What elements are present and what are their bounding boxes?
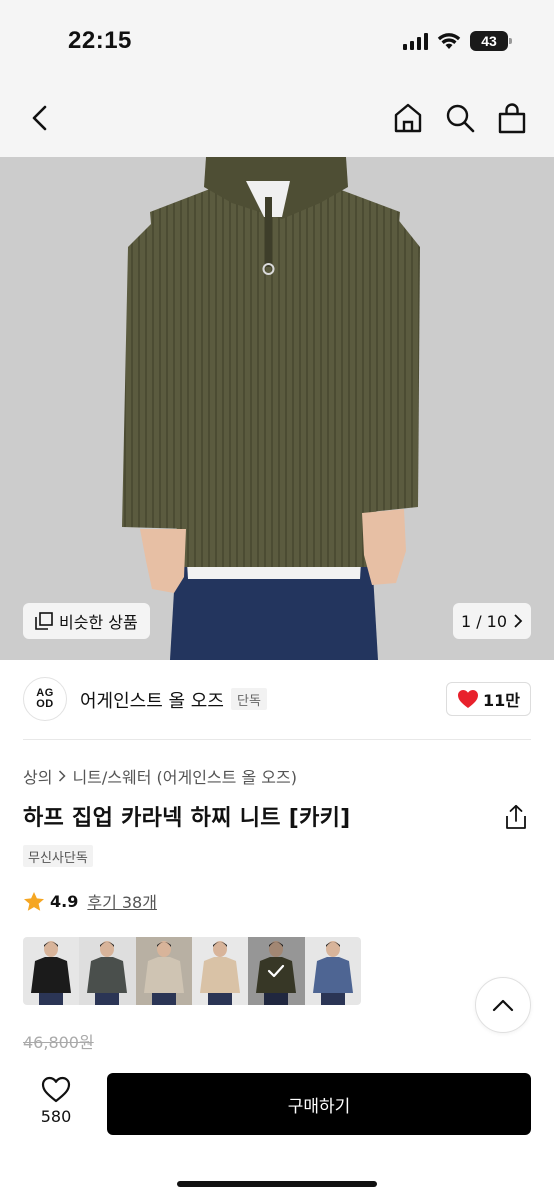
home-icon: [394, 103, 422, 133]
brand-row: AG OD 어게인스트 올 오즈 단독 11만: [0, 660, 554, 740]
similar-products-button[interactable]: 비슷한 상품: [23, 603, 150, 639]
review-link[interactable]: 후기 38개: [87, 889, 157, 913]
scroll-to-top-button[interactable]: [475, 977, 531, 1033]
product-image-carousel[interactable]: 비슷한 상품 1 / 10: [0, 157, 554, 660]
chevron-right-icon: [514, 614, 523, 628]
color-option-thumb[interactable]: [191, 937, 249, 1005]
search-icon: [446, 104, 475, 133]
color-option-photo: [191, 937, 249, 1005]
home-indicator: [177, 1181, 377, 1187]
color-options: [23, 937, 361, 1005]
status-bar: 22:15 43: [0, 0, 554, 80]
brand-like-count: 11만: [483, 691, 520, 710]
status-time: 22:15: [68, 27, 132, 54]
signal-icon: [403, 32, 428, 50]
breadcrumb-item-top[interactable]: 상의: [23, 764, 52, 788]
divider: [23, 739, 531, 740]
rating-row: 4.9 후기 38개: [23, 889, 157, 913]
search-button[interactable]: [444, 100, 476, 136]
cart-button[interactable]: [496, 100, 528, 136]
color-option-photo: [135, 937, 192, 1005]
battery-icon: 43: [470, 31, 512, 51]
image-counter: 1 / 10: [460, 611, 508, 631]
color-option-thumb[interactable]: [304, 937, 361, 1005]
battery-level: 43: [481, 33, 497, 49]
top-nav-bar: [0, 80, 554, 157]
image-counter-button[interactable]: 1 / 10: [453, 603, 531, 639]
heart-filled-icon: [458, 690, 478, 708]
brand-like-button[interactable]: 11만: [446, 682, 531, 716]
share-icon[interactable]: [504, 804, 528, 830]
home-button[interactable]: [392, 100, 424, 136]
exclusive-tag: 무신사단독: [23, 845, 93, 867]
shopping-bag-icon: [498, 103, 526, 134]
checkmark-icon: [268, 964, 285, 978]
chevron-up-icon: [492, 999, 514, 1012]
original-price: 46,800원: [23, 1033, 94, 1052]
product-title: 하프 집업 카라넥 하찌 니트 [카키]: [23, 806, 351, 831]
brand-logo[interactable]: AG OD: [23, 677, 67, 721]
color-option-thumb[interactable]: [23, 937, 80, 1005]
back-chevron-icon[interactable]: [24, 102, 56, 134]
brand-exclusive-badge: 단독: [231, 688, 267, 710]
brand-name[interactable]: 어게인스트 올 오즈: [80, 687, 224, 713]
color-option-photo: [23, 937, 80, 1005]
color-option-photo: [304, 937, 361, 1005]
product-photo: [0, 157, 554, 660]
similar-products-icon: [35, 612, 53, 630]
status-icons: 43: [403, 31, 512, 51]
wishlist-button[interactable]: 580: [26, 1076, 86, 1126]
breadcrumb: 상의 니트/스웨터 (어게인스트 올 오즈): [23, 764, 297, 788]
heart-outline-icon: [41, 1076, 71, 1103]
wifi-icon: [437, 33, 461, 49]
nav-actions: [392, 100, 528, 136]
buy-button-label: 구매하기: [287, 1096, 351, 1117]
wishlist-count: 580: [40, 1107, 72, 1126]
color-option-thumb[interactable]: [79, 937, 136, 1005]
buy-button[interactable]: 구매하기: [107, 1073, 531, 1135]
star-icon: [24, 891, 44, 911]
color-option-thumb[interactable]: [135, 937, 192, 1005]
brand-logo-bottom: OD: [36, 698, 54, 710]
breadcrumb-chevron-icon: [59, 770, 67, 782]
bottom-action-bar: 580 구매하기: [0, 1052, 554, 1200]
color-option-thumb[interactable]: [248, 937, 305, 1005]
breadcrumb-item-category[interactable]: 니트/스웨터 (어게인스트 올 오즈): [72, 764, 297, 788]
selected-overlay: [248, 937, 305, 1005]
color-option-photo: [79, 937, 136, 1005]
similar-products-label: 비슷한 상품: [59, 613, 138, 632]
rating-value: 4.9: [50, 891, 79, 911]
